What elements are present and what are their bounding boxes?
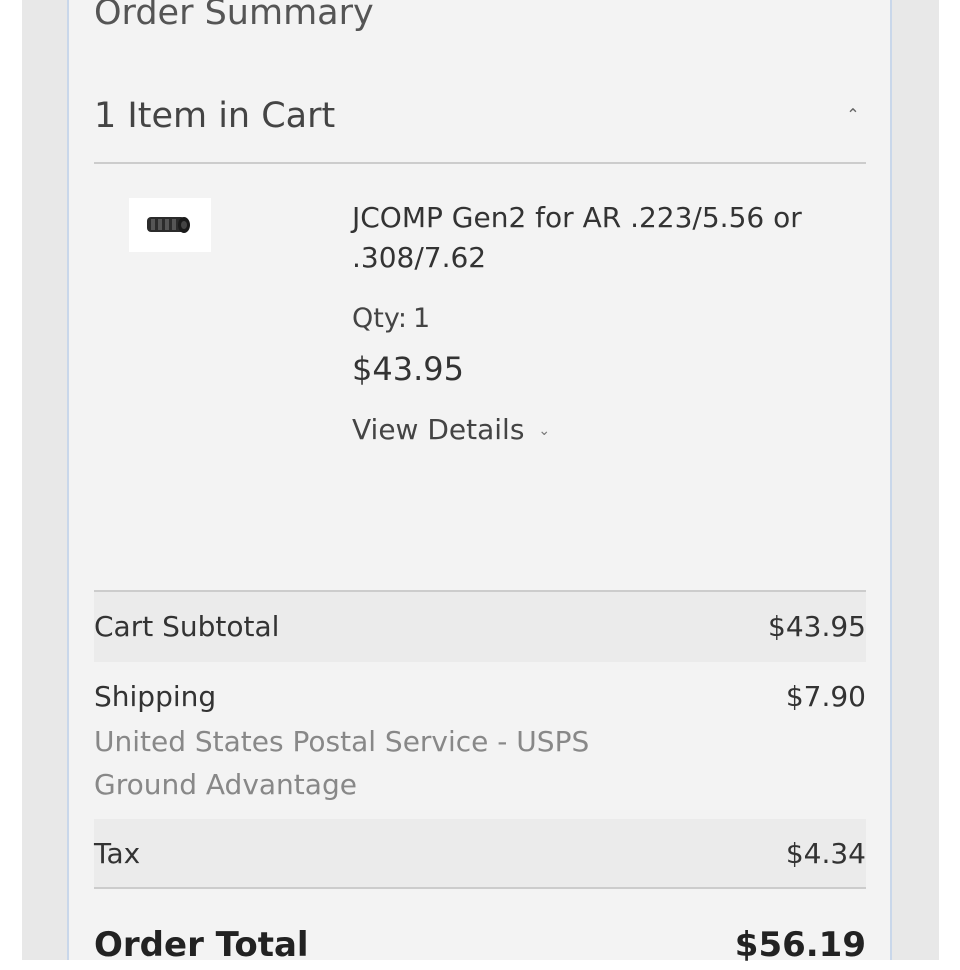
product-name[interactable]: JCOMP Gen2 for AR .223/5.56 or .308/7.62 (352, 198, 822, 278)
quantity-value: 1 (412, 303, 431, 334)
cart-subtotal-label: Cart Subtotal (94, 610, 280, 643)
divider (94, 162, 866, 164)
tax-row (94, 819, 866, 887)
chevron-up-icon[interactable]: ⌃ (838, 100, 868, 130)
order-summary-panel (67, 0, 892, 960)
view-details-label: View Details (352, 413, 525, 446)
order-total-value: $56.19 (734, 925, 866, 965)
product-quantity: Qty: 1 (352, 300, 430, 338)
view-details-toggle[interactable]: View Details ⌄ (352, 410, 550, 451)
order-total-label: Order Total (94, 925, 309, 965)
cart-subtotal-value: $43.95 (768, 610, 866, 643)
tax-label: Tax (94, 837, 141, 870)
quantity-label: Qty: (352, 303, 407, 334)
divider (94, 887, 866, 889)
shipping-value: $7.90 (785, 680, 866, 713)
items-in-cart-heading[interactable]: 1 Item in Cart (94, 93, 335, 139)
shipping-label: Shipping (94, 680, 217, 713)
product-price: $43.95 (352, 350, 464, 388)
shipping-method: United States Postal Service - USPS Grou… (94, 725, 590, 801)
product-thumbnail[interactable] (129, 198, 211, 252)
tax-value: $4.34 (785, 837, 866, 870)
order-summary-title: Order Summary (94, 0, 374, 33)
chevron-down-icon: ⌄ (538, 423, 551, 439)
